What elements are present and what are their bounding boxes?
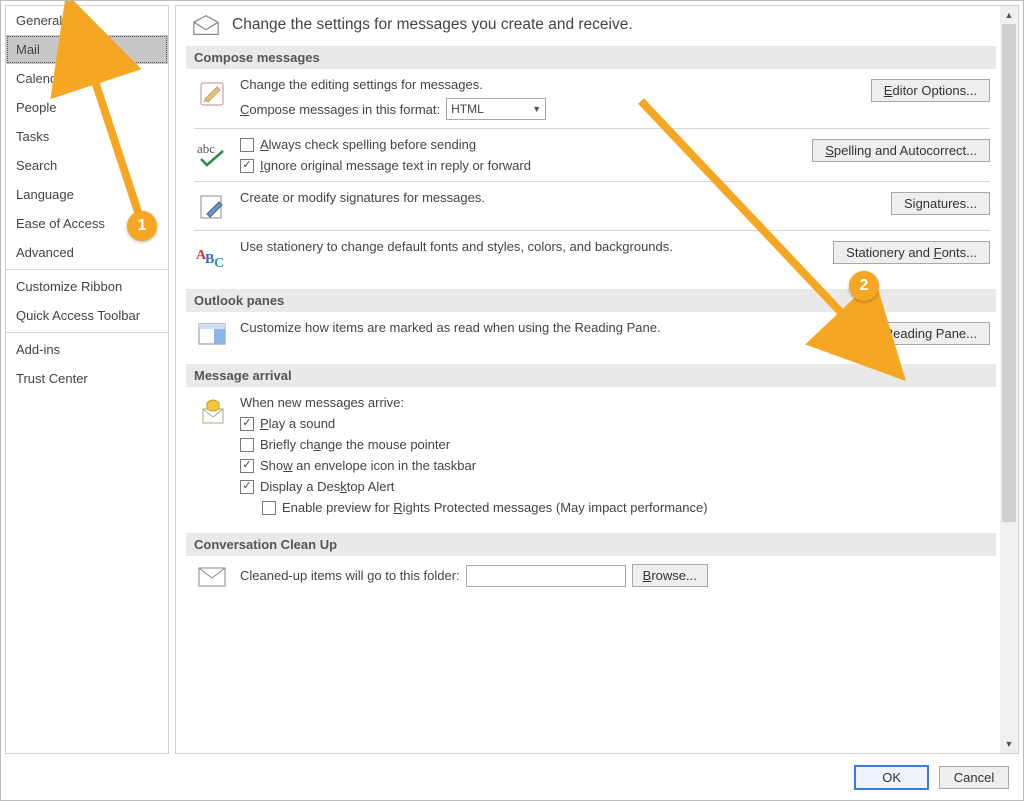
sidebar-item-quick-access-toolbar[interactable]: Quick Access Toolbar [6, 301, 168, 330]
cancel-button[interactable]: Cancel [939, 766, 1009, 789]
sidebar-item-mail[interactable]: Mail [6, 35, 168, 64]
ok-button[interactable]: OK [854, 765, 929, 790]
sidebar-item-customize-ribbon[interactable]: Customize Ribbon [6, 272, 168, 301]
change-pointer-checkbox[interactable]: Briefly change the mouse pointer [240, 437, 450, 452]
stationery-label: Use stationery to change default fonts a… [240, 239, 673, 254]
stationery-fonts-button[interactable]: Stationery and Fonts... [833, 241, 990, 264]
rights-preview-label: Enable preview for Rights Protected mess… [282, 500, 708, 515]
page-title: Change the settings for messages you cre… [232, 16, 633, 34]
vertical-scrollbar[interactable]: ▲ ▼ [1000, 6, 1018, 753]
rights-preview-checkbox[interactable]: Enable preview for Rights Protected mess… [262, 500, 708, 515]
section-compose-header: Compose messages [186, 46, 996, 69]
reading-pane-button[interactable]: Reading Pane... [871, 322, 990, 345]
bell-envelope-icon [194, 395, 230, 427]
chevron-down-icon: ▼ [532, 104, 541, 114]
section-cleanup-header: Conversation Clean Up [186, 533, 996, 556]
arrival-heading: When new messages arrive: [240, 395, 404, 410]
play-sound-label: Play a sound [260, 416, 335, 431]
sidebar-item-add-ins[interactable]: Add-ins [6, 335, 168, 364]
scroll-thumb[interactable] [1002, 24, 1016, 522]
scroll-up-arrow[interactable]: ▲ [1000, 6, 1018, 24]
sidebar-item-people[interactable]: People [6, 93, 168, 122]
sidebar-item-trust-center[interactable]: Trust Center [6, 364, 168, 393]
options-content: Change the settings for messages you cre… [176, 6, 1000, 753]
sidebar-item-general[interactable]: General [6, 6, 168, 35]
envelope-icon [192, 14, 220, 36]
reading-pane-icon [194, 320, 230, 346]
spelling-autocorrect-button[interactable]: Spelling and Autocorrect... [812, 139, 990, 162]
compose-edit-icon [194, 77, 230, 109]
options-sidebar: General Mail Calendar People Tasks Searc… [5, 5, 169, 754]
svg-text:B: B [205, 252, 214, 267]
sidebar-item-language[interactable]: Language [6, 180, 168, 209]
section-arrival-header: Message arrival [186, 364, 996, 387]
cleanup-folder-label: Cleaned-up items will go to this folder: [240, 568, 460, 583]
editor-options-button[interactable]: Editor Options... [871, 79, 990, 102]
compose-format-value: HTML [451, 102, 484, 116]
stationery-abc-icon: ABC [194, 239, 230, 271]
svg-text:abc: abc [197, 141, 215, 156]
compose-format-select[interactable]: HTML ▼ [446, 98, 546, 120]
section-panes-header: Outlook panes [186, 289, 996, 312]
sidebar-item-advanced[interactable]: Advanced [6, 238, 168, 267]
cleanup-folder-textbox[interactable] [466, 565, 626, 587]
scroll-track[interactable] [1000, 24, 1018, 735]
change-pointer-label: Briefly change the mouse pointer [260, 437, 450, 452]
desktop-alert-checkbox[interactable]: ✓ Display a Desktop Alert [240, 479, 394, 494]
options-dialog: General Mail Calendar People Tasks Searc… [0, 0, 1024, 801]
ignore-original-label: Ignore original message text in reply or… [260, 158, 531, 173]
sidebar-item-tasks[interactable]: Tasks [6, 122, 168, 151]
scroll-down-arrow[interactable]: ▼ [1000, 735, 1018, 753]
envelope-taskbar-checkbox[interactable]: ✓ Show an envelope icon in the taskbar [240, 458, 476, 473]
signatures-button[interactable]: Signatures... [891, 192, 990, 215]
always-check-spelling-checkbox[interactable]: Always check spelling before sending [240, 137, 476, 152]
play-sound-checkbox[interactable]: ✓ Play a sound [240, 416, 335, 431]
signature-icon [194, 190, 230, 222]
signatures-label: Create or modify signatures for messages… [240, 190, 485, 205]
reading-pane-label: Customize how items are marked as read w… [240, 320, 661, 335]
compose-format-label: Compose messages in this format: [240, 102, 440, 117]
abc-check-icon: abc [194, 137, 230, 169]
svg-text:C: C [214, 256, 224, 271]
always-check-spelling-label: Always check spelling before sending [260, 137, 476, 152]
browse-button[interactable]: Browse... [632, 564, 708, 587]
sidebar-item-search[interactable]: Search [6, 151, 168, 180]
envelope-outline-icon [194, 564, 230, 588]
editing-settings-label: Change the editing settings for messages… [240, 77, 483, 92]
desktop-alert-label: Display a Desktop Alert [260, 479, 394, 494]
sidebar-item-ease-of-access[interactable]: Ease of Access [6, 209, 168, 238]
sidebar-item-calendar[interactable]: Calendar [6, 64, 168, 93]
ignore-original-checkbox[interactable]: ✓ Ignore original message text in reply … [240, 158, 531, 173]
envelope-taskbar-label: Show an envelope icon in the taskbar [260, 458, 476, 473]
dialog-footer: OK Cancel [1, 754, 1023, 800]
